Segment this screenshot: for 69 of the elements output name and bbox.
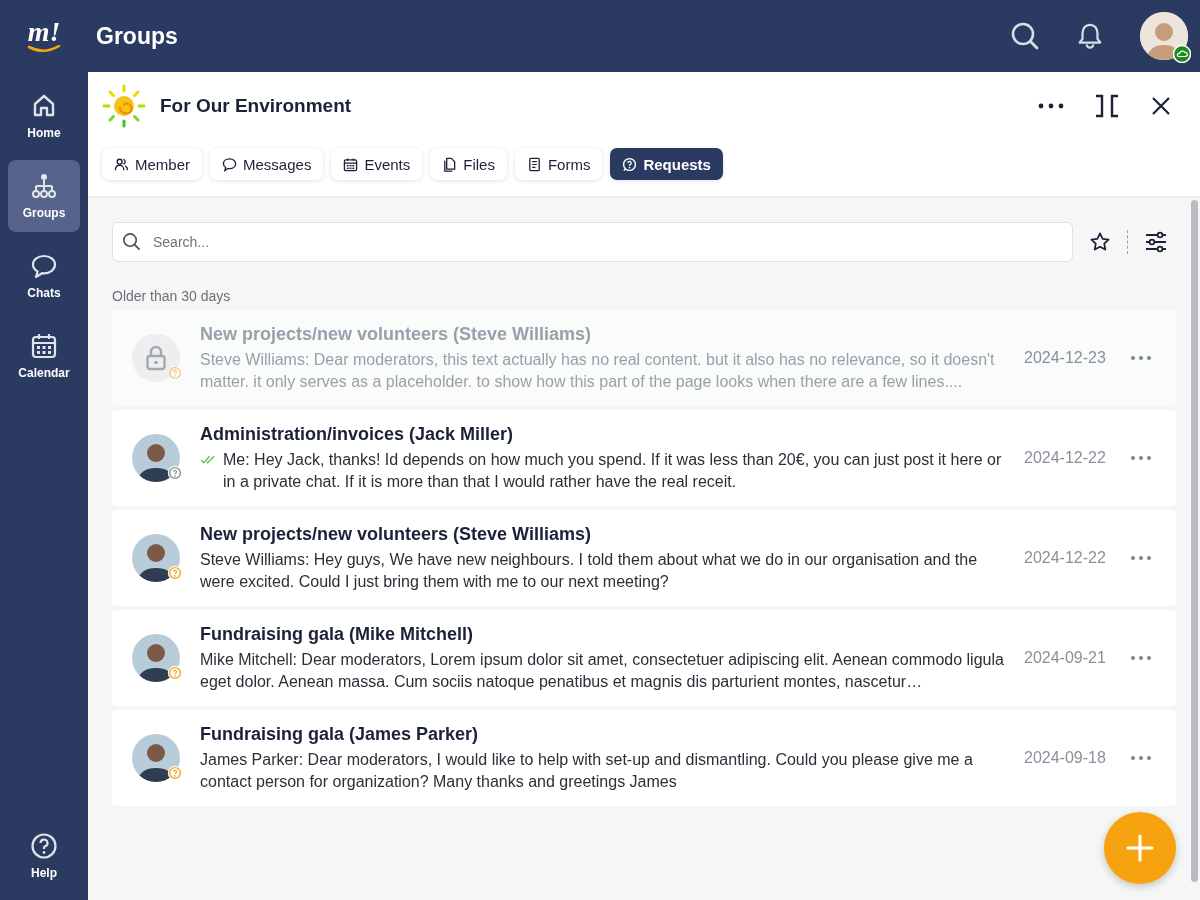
- documents-icon: [442, 156, 458, 172]
- hierarchy-icon: [30, 172, 58, 200]
- sidebar-item[interactable]: Groups: [8, 160, 80, 232]
- calendar-icon: [30, 332, 58, 360]
- request-date: 2024-12-22: [1024, 549, 1107, 567]
- user-avatar[interactable]: [1140, 12, 1188, 60]
- calendar-icon: [343, 156, 359, 172]
- request-date: 2024-09-21: [1024, 649, 1107, 667]
- speech-bubble-icon: [222, 156, 237, 172]
- ellipsis-icon: [1130, 455, 1152, 461]
- search-field[interactable]: Search...: [112, 222, 1073, 262]
- page-title: Groups: [96, 22, 179, 50]
- request-card[interactable]: [112, 710, 1176, 806]
- ellipsis-icon: [1038, 103, 1064, 109]
- document-icon: [526, 156, 542, 172]
- tab[interactable]: Files: [430, 148, 507, 180]
- more-options-button[interactable]: [1038, 103, 1064, 109]
- help-icon: [30, 832, 58, 860]
- collapse-button[interactable]: [1094, 94, 1120, 118]
- star-icon: [1089, 231, 1111, 253]
- app-logo[interactable]: m!: [27, 19, 61, 53]
- help-button[interactable]: Help: [8, 820, 80, 892]
- section-label: Older than 30 days: [112, 288, 232, 304]
- sun-logo-icon: [102, 84, 146, 128]
- ellipsis-icon: [1130, 355, 1152, 361]
- sidebar-item[interactable]: Chats: [8, 240, 80, 312]
- question-bubble-icon: [622, 156, 638, 172]
- request-card[interactable]: [112, 410, 1176, 506]
- request-title[interactable]: Fundraising gala (James Parker): [200, 723, 1016, 745]
- ellipsis-icon: [1130, 755, 1152, 761]
- request-card[interactable]: [112, 510, 1176, 606]
- plus-icon: [1125, 833, 1155, 863]
- speech-bubble-icon: [30, 252, 58, 280]
- filter-button[interactable]: [1144, 230, 1168, 254]
- request-card[interactable]: [112, 610, 1176, 706]
- scrollbar[interactable]: [1191, 200, 1198, 882]
- request-title[interactable]: Fundraising gala (Mike Mitchell): [200, 623, 1016, 645]
- search-button[interactable]: [1010, 21, 1040, 51]
- message-preview: Me: Hey Jack, thanks! Id depends on how much you spend. If it was less than 20€, you can just post it here or in a private chat. If it is more than that I would rather have the real receit.: [223, 449, 1003, 492]
- ellipsis-icon: [1130, 555, 1152, 561]
- notifications-button[interactable]: [1076, 21, 1104, 51]
- tab[interactable]: Requests: [610, 148, 723, 180]
- group-name: For Our Environment: [160, 95, 353, 117]
- tab[interactable]: Member: [102, 148, 202, 180]
- tab[interactable]: Events: [331, 148, 423, 180]
- message-preview: Mike Mitchell: Dear moderators, Lorem ipsum dolor sit amet, consectetuer adipiscing elit. Aenean commodo ligula eget dolor. Aenean massa. Cum sociis natoque penatibus et magnis dis parturient montes, nascetur…: [200, 649, 1005, 692]
- close-button[interactable]: [1150, 95, 1172, 117]
- people-icon: [114, 156, 129, 172]
- sidebar-item[interactable]: Calendar: [8, 320, 80, 392]
- request-title[interactable]: Administration/invoices (Jack Miller): [200, 423, 1016, 445]
- search-icon: [1010, 21, 1040, 51]
- favorite-button[interactable]: [1089, 231, 1111, 253]
- message-preview: James Parker: Dear moderators, I would like to help with set-up and dismantling. Could you please give me a contact person for organization? Many thanks and greetings James: [200, 749, 974, 792]
- online-status-icon: [1173, 45, 1191, 63]
- sidebar-item[interactable]: Home: [8, 80, 80, 152]
- tab[interactable]: Forms: [514, 148, 603, 180]
- message-preview: Steve Williams: Hey guys, We have new neighbours. I told them about what we do in our organisation and the were excited. Could I just bring them with me to our next meeting?: [200, 549, 979, 592]
- tab[interactable]: Messages: [210, 148, 324, 180]
- request-date: 2024-12-23: [1024, 349, 1107, 367]
- lock-icon: [146, 345, 166, 371]
- bell-icon: [1076, 21, 1104, 51]
- request-title[interactable]: New projects/new volunteers (Steve Williams): [200, 523, 1016, 545]
- brackets-icon: [1094, 94, 1120, 118]
- sliders-icon: [1144, 230, 1168, 254]
- ellipsis-icon: [1130, 655, 1152, 661]
- close-icon: [1150, 95, 1172, 117]
- request-date: 2024-09-18: [1024, 749, 1107, 767]
- message-preview: Steve Williams: Dear moderators, this text actually has no real content. but it also has no relevance, so it doesn't matter. it only serves as a placeholder. to show how this part of the page looks when there are a few lines....: [200, 349, 996, 392]
- request-date: 2024-12-22: [1024, 449, 1107, 467]
